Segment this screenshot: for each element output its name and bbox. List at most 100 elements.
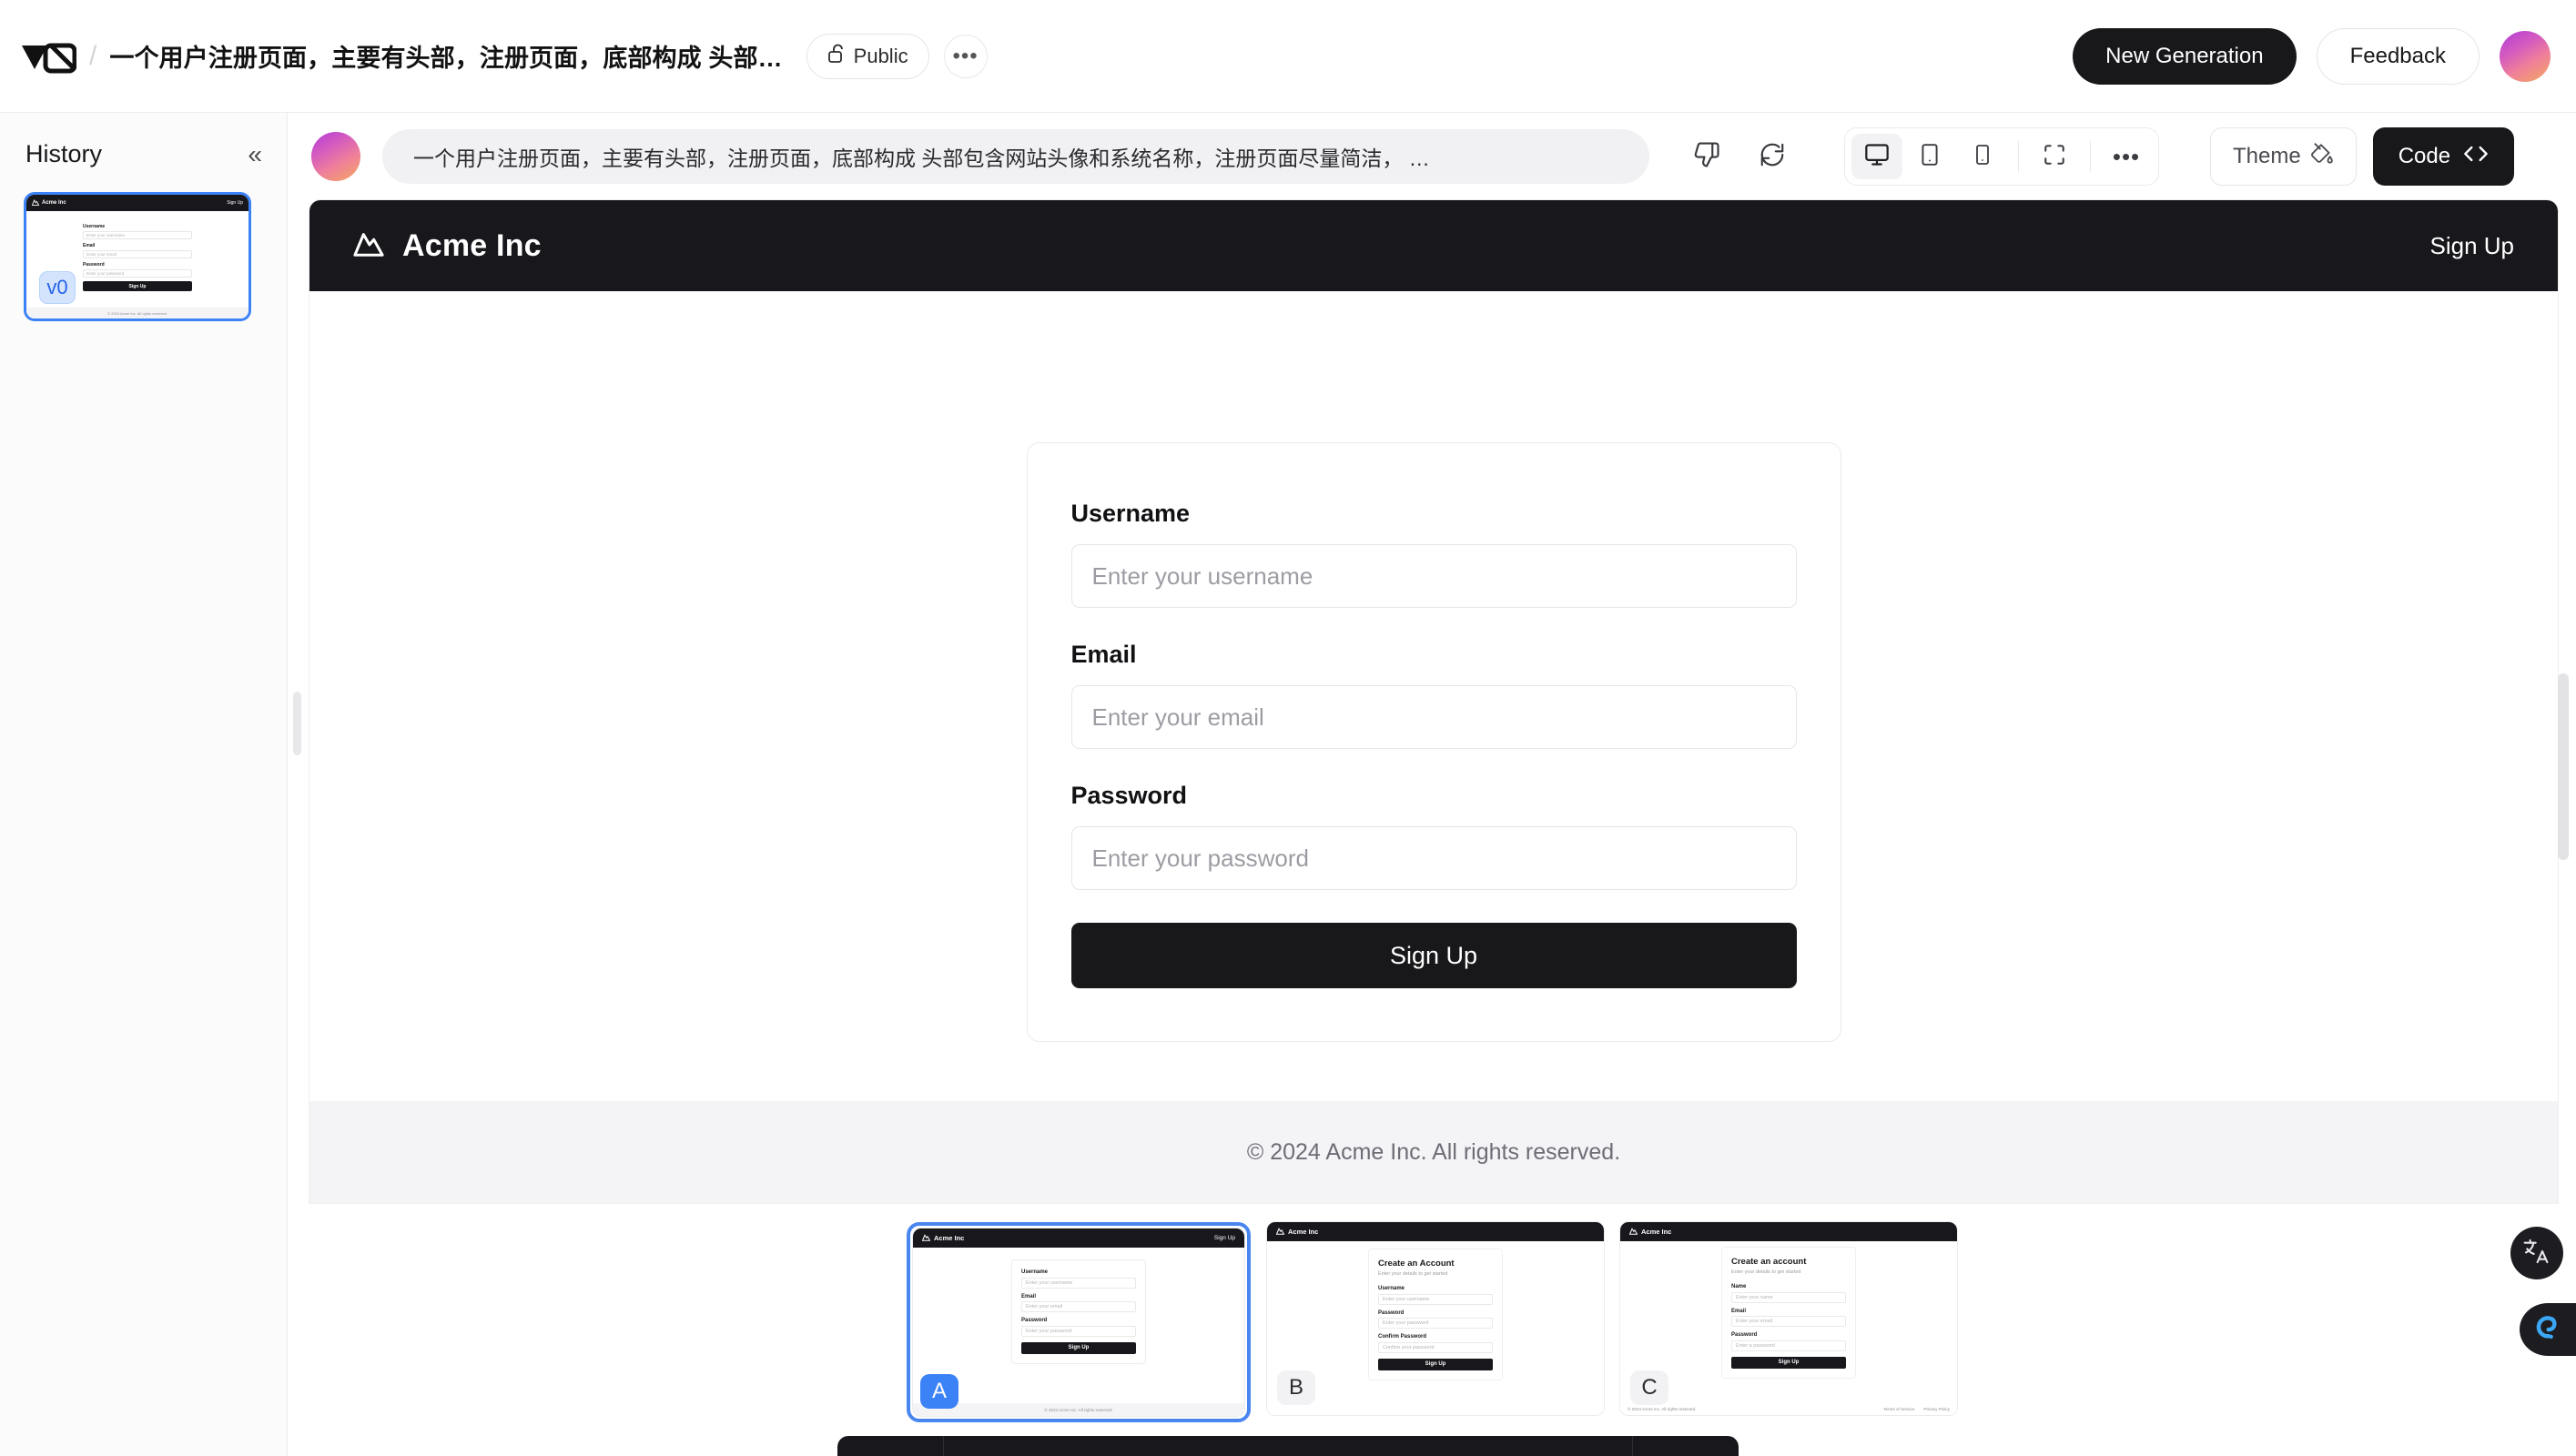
- feedback-button[interactable]: Feedback: [2316, 27, 2480, 85]
- prompt-toolbar: 一个用户注册页面，主要有头部，注册页面，底部构成 头部包含网站头像和系统名称，注…: [288, 113, 2576, 200]
- assistant-button[interactable]: [2520, 1303, 2576, 1356]
- regenerate-button[interactable]: [1746, 130, 1799, 183]
- variant-footer: © 2024 Acme Inc. All rights reserved. Te…: [1620, 1402, 1957, 1415]
- variant-thumbnail-b[interactable]: Acme Inc Create an Account Enter your de…: [1267, 1222, 1604, 1415]
- site-main: Username Enter your username Email Enter…: [309, 291, 2558, 1101]
- mountain-icon: [921, 1233, 931, 1243]
- site-header: Acme Inc Sign Up: [309, 200, 2558, 291]
- code-brackets-icon: [2463, 141, 2489, 173]
- email-label: Email: [1070, 641, 1137, 668]
- avatar[interactable]: [2500, 30, 2551, 82]
- variant-submit: Sign Up: [1021, 1341, 1136, 1354]
- viewport-tablet-button[interactable]: [1904, 134, 1955, 179]
- variant-thumbnail-a[interactable]: Acme Inc Sign Up Username Enter your use…: [907, 1222, 1251, 1422]
- paint-bucket-icon: [2310, 142, 2334, 172]
- variant-field-label: Email: [1021, 1293, 1037, 1299]
- variant-field-label: Password: [1021, 1318, 1048, 1323]
- theme-label: Theme: [2233, 144, 2301, 168]
- history-thumb-input: Enter your username: [83, 231, 192, 239]
- variant-footer-link-terms: Terms of Service: [1883, 1406, 1915, 1411]
- history-thumb-input: Enter your password: [83, 269, 192, 278]
- translate-icon: [2522, 1237, 2551, 1270]
- variant-field-input: Enter your username: [1021, 1277, 1136, 1289]
- site-brand-name: Acme Inc: [402, 228, 542, 263]
- variant-field-input: Confirm your password: [1378, 1341, 1493, 1353]
- preview-scrollbar[interactable]: [2558, 673, 2569, 860]
- password-label: Password: [1070, 782, 1188, 809]
- visibility-badge[interactable]: Public: [806, 33, 929, 79]
- variant-field-input: Enter your email: [1021, 1301, 1136, 1312]
- variant-letter-b: B: [1277, 1370, 1315, 1405]
- variant-field-label: Confirm Password: [1378, 1334, 1427, 1340]
- variant-submit: Sign Up: [1731, 1356, 1846, 1369]
- history-header: History «: [20, 133, 268, 168]
- variant-letter-a: A: [920, 1374, 958, 1409]
- password-input[interactable]: Enter your password: [1070, 826, 1797, 890]
- site-brand[interactable]: Acme Inc: [353, 228, 542, 264]
- fullscreen-button[interactable]: [2029, 134, 2080, 179]
- history-thumb-label: Email: [83, 243, 96, 248]
- variant-footer-copyright: © 2024 Acme Inc. All rights reserved.: [1628, 1406, 1697, 1411]
- fullscreen-icon: [2043, 143, 2066, 171]
- variant-field-input: Enter a password: [1731, 1340, 1846, 1351]
- viewport-mobile-button[interactable]: [1957, 134, 2008, 179]
- v0-logo[interactable]: [20, 38, 77, 75]
- tablet-icon: [1918, 143, 1942, 171]
- variant-footer: © 2024 Acme Inc. All rights reserved.: [913, 1403, 1244, 1416]
- chevrons-left-icon[interactable]: «: [248, 141, 262, 167]
- sidebar-resize-handle[interactable]: [293, 692, 301, 755]
- history-thumb-input: Enter your email: [83, 250, 192, 258]
- preview-more-button[interactable]: •••: [2101, 134, 2152, 179]
- username-input[interactable]: Enter your username: [1070, 544, 1797, 608]
- history-item-v0[interactable]: Acme Inc Sign Up Username Enter your use…: [24, 192, 251, 321]
- toolbar-separator: [2090, 141, 2091, 172]
- variant-thumbnail-c[interactable]: Acme Inc Create an account Enter your de…: [1620, 1222, 1957, 1415]
- mountain-icon: [353, 230, 384, 262]
- viewport-switcher: •••: [1844, 127, 2159, 186]
- variant-field-input: Enter your email: [1731, 1316, 1846, 1327]
- variant-brand: Acme Inc: [1641, 1228, 1672, 1236]
- project-more-button[interactable]: •••: [943, 34, 988, 78]
- breadcrumb-separator: /: [89, 40, 97, 71]
- top-bar-actions: New Generation Feedback: [2073, 27, 2551, 85]
- variant-footer-link-privacy: Privacy Policy: [1923, 1406, 1950, 1411]
- app-top-bar: / 一个用户注册页面，主要有头部，注册页面，底部构成 头部… Public ••…: [0, 0, 2576, 113]
- site-nav-signup-link[interactable]: Sign Up: [2430, 232, 2515, 260]
- refresh-icon: [1759, 141, 1786, 173]
- translate-button[interactable]: [2510, 1227, 2563, 1279]
- toolbar-separator: [2018, 141, 2019, 172]
- history-thumb-label: Password: [83, 262, 105, 268]
- variant-field-label: Password: [1378, 1309, 1405, 1316]
- variant-submit: Sign Up: [1378, 1358, 1493, 1370]
- history-thumb-footer: © 2024 Acme Inc. All rights reserved.: [26, 308, 248, 318]
- signup-submit-button[interactable]: Sign Up: [1070, 923, 1797, 988]
- preview-canvas: Acme Inc Sign Up Username Enter your use…: [309, 200, 2558, 1203]
- project-title[interactable]: 一个用户注册页面，主要有头部，注册页面，底部构成 头部…: [109, 38, 782, 74]
- code-button[interactable]: Code: [2372, 127, 2515, 186]
- variant-field-input: Enter your username: [1378, 1293, 1493, 1305]
- theme-button[interactable]: Theme: [2210, 127, 2357, 186]
- lock-open-icon: [827, 44, 846, 69]
- prompt-input[interactable]: 一个用户注册页面，主要有头部，注册页面，底部构成 头部包含网站头像和系统名称，注…: [382, 129, 1649, 184]
- variant-title: Create an Account: [1378, 1259, 1455, 1269]
- variant-field-label: Password: [1731, 1332, 1758, 1338]
- mountain-icon: [31, 198, 40, 207]
- bottom-dock-strip[interactable]: [837, 1436, 1739, 1456]
- new-generation-button[interactable]: New Generation: [2073, 27, 2297, 85]
- variant-subtitle: Enter your details to get started: [1731, 1269, 1801, 1275]
- version-badge[interactable]: v0: [39, 271, 76, 304]
- monitor-icon: [1864, 142, 1890, 172]
- assistant-icon: [2532, 1312, 2563, 1348]
- viewport-desktop-button[interactable]: [1851, 134, 1902, 179]
- history-thumb-signup-link: Sign Up: [227, 200, 243, 206]
- username-label: Username: [1070, 500, 1191, 527]
- thumbs-down-button[interactable]: [1680, 130, 1733, 183]
- variant-brand: Acme Inc: [934, 1234, 965, 1242]
- variant-field-label: Username: [1378, 1286, 1405, 1291]
- site-footer: © 2024 Acme Inc. All rights reserved.: [309, 1101, 2558, 1203]
- variant-field-input: Enter your password: [1021, 1325, 1136, 1337]
- avatar[interactable]: [311, 132, 360, 181]
- sidebar-divider: [287, 113, 288, 1456]
- variant-letter-c: C: [1630, 1370, 1668, 1405]
- email-input[interactable]: Enter your email: [1070, 685, 1797, 749]
